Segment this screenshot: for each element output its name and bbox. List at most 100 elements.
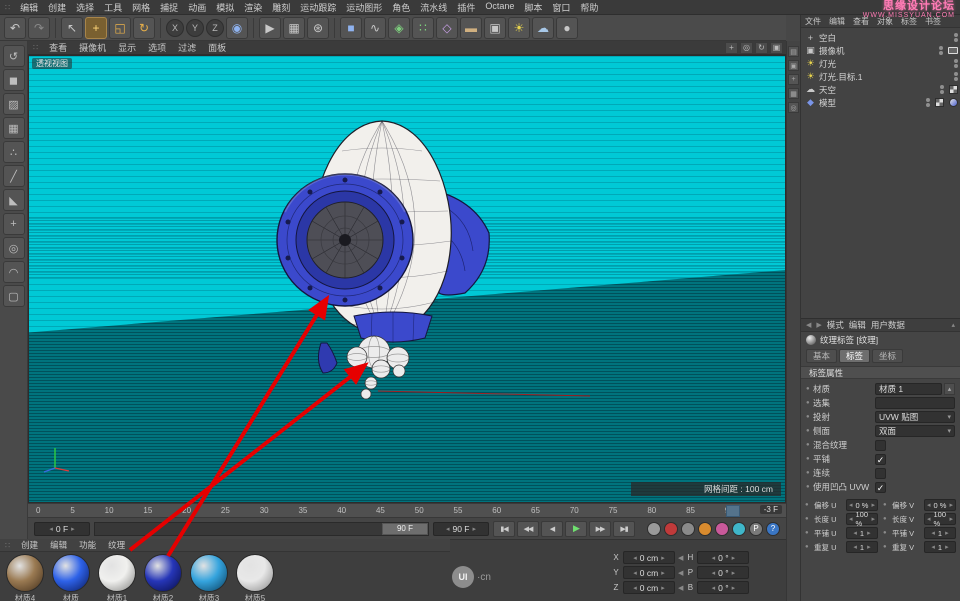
- uv-value-field[interactable]: 1: [846, 541, 878, 553]
- visibility-dots[interactable]: [940, 85, 944, 94]
- start-frame-field[interactable]: 0 F: [34, 522, 90, 536]
- add-floor-button[interactable]: ▬: [460, 17, 482, 39]
- object-row-null[interactable]: + 空白: [805, 31, 958, 44]
- object-row-sky[interactable]: ☁ 天空: [805, 83, 958, 96]
- menu-item[interactable]: 流水线: [415, 1, 452, 14]
- next-key-button[interactable]: ▶▶: [589, 521, 611, 537]
- add-material-button[interactable]: ●: [556, 17, 578, 39]
- viewport-canvas[interactable]: 透视视图 网格间距 : 100 cm: [28, 55, 786, 503]
- menu-item[interactable]: 创建: [43, 1, 71, 14]
- uv-value-field[interactable]: 100 %: [924, 513, 956, 525]
- material-swatch[interactable]: 材质1: [96, 554, 138, 601]
- position-y-field[interactable]: 0 cm: [623, 566, 675, 579]
- make-editable-button[interactable]: ↺: [3, 45, 25, 67]
- material-swatch[interactable]: 材质: [50, 554, 92, 601]
- timeline-playhead[interactable]: [726, 505, 740, 517]
- rotation-b-field[interactable]: 0 °: [697, 581, 749, 594]
- camera-active-toggle[interactable]: [948, 47, 958, 54]
- material-menu-item[interactable]: 创建: [15, 539, 44, 551]
- add-light-button[interactable]: ☀: [508, 17, 530, 39]
- object-row-model[interactable]: ◆ 模型: [805, 96, 958, 109]
- visibility-dots[interactable]: [926, 98, 930, 107]
- record-position-button[interactable]: [698, 522, 712, 536]
- side-dropdown[interactable]: 双面▾: [875, 425, 955, 437]
- menu-item[interactable]: 工具: [99, 1, 127, 14]
- move-tool-button[interactable]: +: [85, 17, 107, 39]
- object-row-camera[interactable]: ▣ 摄像机: [805, 44, 958, 57]
- tile-checkbox[interactable]: ✓: [875, 454, 886, 465]
- lock-y-axis-button[interactable]: Y: [186, 19, 204, 37]
- lock-workplane-button[interactable]: ▢: [3, 285, 25, 307]
- edges-mode-button[interactable]: ╱: [3, 165, 25, 187]
- record-scale-button[interactable]: [715, 522, 729, 536]
- add-spline-button[interactable]: ∿: [364, 17, 386, 39]
- points-mode-button[interactable]: ∴: [3, 141, 25, 163]
- menu-item[interactable]: Octane: [480, 1, 519, 14]
- material-swatch[interactable]: 材质2: [142, 554, 184, 601]
- viewport-solo-button[interactable]: ◎: [3, 237, 25, 259]
- visibility-dots[interactable]: [954, 33, 958, 42]
- menu-item[interactable]: 脚本: [519, 1, 547, 14]
- pan-view-icon[interactable]: +: [725, 42, 738, 54]
- mix-textures-checkbox[interactable]: [875, 440, 886, 451]
- polygons-mode-button[interactable]: ◣: [3, 189, 25, 211]
- add-camera-button[interactable]: ▣: [484, 17, 506, 39]
- add-subdivision-button[interactable]: ◈: [388, 17, 410, 39]
- render-picture-viewer-button[interactable]: ▦: [283, 17, 305, 39]
- layers-panel-icon[interactable]: ▤: [788, 46, 799, 57]
- object-menu-item[interactable]: 编辑: [825, 16, 849, 27]
- add-sky-button[interactable]: ☁: [532, 17, 554, 39]
- material-swatch[interactable]: 材质4: [4, 554, 46, 601]
- menu-item[interactable]: 渲染: [239, 1, 267, 14]
- uv-value-field[interactable]: 1: [924, 541, 956, 553]
- tab-basic[interactable]: 基本: [806, 349, 837, 363]
- collapse-icon[interactable]: ▴: [951, 321, 955, 329]
- position-x-field[interactable]: 0 cm: [623, 551, 675, 564]
- add-cube-button[interactable]: ■: [340, 17, 362, 39]
- add-array-button[interactable]: ∷: [412, 17, 434, 39]
- viewport-menu-item[interactable]: 显示: [112, 41, 142, 54]
- rotation-p-field[interactable]: 0 °: [697, 566, 749, 579]
- visibility-panel-icon[interactable]: ◎: [788, 102, 799, 113]
- object-row-light[interactable]: ☀ 灯光: [805, 57, 958, 70]
- enable-axis-button[interactable]: +: [3, 213, 25, 235]
- autokey-button[interactable]: [681, 522, 695, 536]
- menu-item[interactable]: 运动图形: [341, 1, 387, 14]
- lock-panel-icon[interactable]: ▣: [788, 60, 799, 71]
- undo-button[interactable]: ↶: [4, 17, 26, 39]
- selection-field[interactable]: [875, 397, 955, 409]
- uv-value-field[interactable]: 1: [846, 527, 878, 539]
- material-up-icon[interactable]: ▴: [944, 383, 955, 395]
- live-selection-button[interactable]: ↖: [61, 17, 83, 39]
- go-to-end-button[interactable]: ▶▮: [613, 521, 635, 537]
- scale-tool-button[interactable]: ◱: [109, 17, 131, 39]
- tab-edit[interactable]: 编辑: [849, 319, 866, 331]
- use-bump-uvw-checkbox[interactable]: ✓: [875, 482, 886, 493]
- viewport-menu-item[interactable]: 摄像机: [73, 41, 112, 54]
- rotate-tool-button[interactable]: ↻: [133, 17, 155, 39]
- timeline-ruler[interactable]: 051015202530354045505560657075808590 -3 …: [28, 503, 786, 517]
- menu-item[interactable]: 插件: [452, 1, 480, 14]
- visibility-dots[interactable]: [954, 59, 958, 68]
- frame-slider[interactable]: 90 F: [94, 522, 429, 536]
- workplane-mode-button[interactable]: ▦: [3, 117, 25, 139]
- texture-tag-icon[interactable]: [935, 98, 944, 107]
- rotation-h-field[interactable]: 0 °: [697, 551, 749, 564]
- grid-panel-icon[interactable]: ▦: [788, 88, 799, 99]
- visibility-dots[interactable]: [954, 72, 958, 81]
- position-z-field[interactable]: 0 cm: [623, 581, 675, 594]
- end-frame-field[interactable]: 90 F: [433, 522, 489, 536]
- material-swatch[interactable]: 材质3: [188, 554, 230, 601]
- uv-value-field[interactable]: 1: [924, 527, 956, 539]
- projection-dropdown[interactable]: UVW 贴图▾: [875, 411, 955, 423]
- menu-item[interactable]: 运动跟踪: [295, 1, 341, 14]
- uv-value-field[interactable]: 100 %: [846, 513, 878, 525]
- record-rotation-button[interactable]: [732, 522, 746, 536]
- snap-button[interactable]: ◠: [3, 261, 25, 283]
- move-panel-icon[interactable]: +: [788, 74, 799, 85]
- keyframe-button[interactable]: [647, 522, 661, 536]
- menu-item[interactable]: 选择: [71, 1, 99, 14]
- menu-item[interactable]: 网格: [127, 1, 155, 14]
- viewport-menu-item[interactable]: 查看: [43, 41, 73, 54]
- record-parameter-button[interactable]: P: [749, 522, 763, 536]
